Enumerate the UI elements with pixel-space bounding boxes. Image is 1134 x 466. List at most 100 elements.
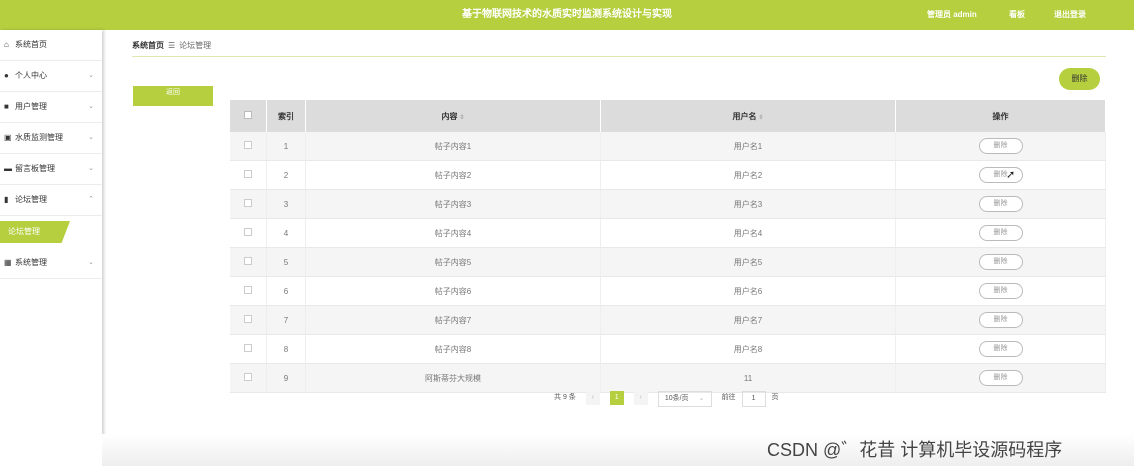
cell-index: 2 <box>266 160 306 190</box>
sidebar-item-users[interactable]: ■ 用户管理 ⌄ <box>0 92 102 123</box>
row-checkbox[interactable] <box>230 276 267 306</box>
table-row: 2 帖子内容2 用户名2 删除 <box>230 160 1106 190</box>
page-number-button[interactable]: 1 <box>609 391 624 405</box>
row-delete-button[interactable]: 删除 <box>978 312 1023 328</box>
chevron-down-icon: ⌄ <box>88 134 94 141</box>
cell-content: 帖子内容4 <box>305 218 601 248</box>
pagination-total: 共 9 条 <box>554 394 576 401</box>
row-delete-button[interactable]: 删除 <box>978 196 1023 212</box>
breadcrumb-divider <box>132 56 1106 57</box>
row-delete-button[interactable]: 删除 <box>978 341 1023 357</box>
cell-username: 用户名7 <box>600 305 896 335</box>
breadcrumb: 系统首页 ☰ 论坛管理 <box>132 40 211 51</box>
cell-index: 5 <box>266 247 306 277</box>
cell-content: 帖子内容3 <box>305 189 601 219</box>
breadcrumb-separator-icon: ☰ <box>168 41 176 50</box>
cell-index: 9 <box>266 363 306 393</box>
row-checkbox[interactable] <box>230 218 267 248</box>
sidebar-item-home[interactable]: ⌂ 系统首页 <box>0 30 102 61</box>
cell-username: 用户名1 <box>600 132 896 161</box>
page-unit-label: 页 <box>771 394 779 401</box>
home-icon: ⌂ <box>4 40 9 49</box>
logout-link[interactable]: 退出登录 <box>1054 0 1086 30</box>
table-row: 4 帖子内容4 用户名4 删除 <box>230 218 1106 248</box>
cell-index: 7 <box>266 305 306 335</box>
sidebar-item-label: 用户管理 <box>15 102 47 111</box>
pagination: 共 9 条 ‹ 1 › 10条/页 ⌄ 前往 1 页 <box>554 391 786 407</box>
row-delete-button[interactable]: 删除 <box>978 138 1023 154</box>
mouse-cursor-icon: ➚ <box>1006 169 1016 181</box>
sidebar-item-label: 个人中心 <box>15 71 47 80</box>
cell-username: 11 <box>600 363 896 393</box>
row-delete-button[interactable]: 删除 <box>978 167 1023 183</box>
chevron-up-icon: ⌃ <box>88 196 94 203</box>
row-delete-button[interactable]: 删除 <box>978 283 1023 299</box>
row-checkbox[interactable] <box>230 305 267 335</box>
cell-username: 用户名6 <box>600 276 896 306</box>
sidebar-item-label: 系统管理 <box>15 258 47 267</box>
back-button[interactable]: 返回 <box>133 86 213 106</box>
sidebar-item-profile[interactable]: ● 个人中心 ⌄ <box>0 61 102 92</box>
table-row: 7 帖子内容7 用户名7 删除 <box>230 305 1106 335</box>
next-page-button[interactable]: › <box>633 391 648 405</box>
row-checkbox[interactable] <box>230 160 267 190</box>
table-row: 5 帖子内容5 用户名5 删除 <box>230 247 1106 277</box>
user-icon: ● <box>4 71 9 80</box>
row-checkbox[interactable] <box>230 189 267 219</box>
breadcrumb-home[interactable]: 系统首页 <box>132 41 164 50</box>
cell-index: 8 <box>266 334 306 364</box>
comment-icon: ▬ <box>4 164 12 173</box>
sidebar: ⌂ 系统首页 ● 个人中心 ⌄ ■ 用户管理 ⌄ ▣ 水质监测管理 ⌄ ▬ 留言板管理 ⌄ ▮ 论坛… <box>0 30 102 466</box>
chevron-down-icon: ⌄ <box>88 165 94 172</box>
cell-content: 帖子内容5 <box>305 247 601 277</box>
row-checkbox[interactable] <box>230 363 267 393</box>
table-row: 6 帖子内容6 用户名6 删除 <box>230 276 1106 306</box>
chart-icon: ▣ <box>4 133 12 142</box>
sidebar-item-label: 系统首页 <box>15 40 47 49</box>
select-all-checkbox[interactable] <box>230 100 267 132</box>
row-delete-button[interactable]: 删除 <box>978 225 1023 241</box>
table-row: 8 帖子内容8 用户名8 删除 <box>230 334 1106 364</box>
row-checkbox[interactable] <box>230 334 267 364</box>
top-bar: 基于物联网技术的水质实时监测系统设计与实现 管理员 admin 看板 退出登录 <box>0 0 1134 30</box>
watermark: CSDN @゛花昔 计算机毕设源码程序 <box>767 440 1063 460</box>
breadcrumb-current: 论坛管理 <box>179 41 212 50</box>
row-checkbox[interactable] <box>230 247 267 277</box>
cell-index: 6 <box>266 276 306 306</box>
cell-index: 4 <box>266 218 306 248</box>
chevron-down-icon: ⌄ <box>88 72 94 79</box>
column-header-content[interactable]: 内容 ⇳ <box>305 100 601 132</box>
page-size-select[interactable]: 10条/页 ⌄ <box>657 391 712 407</box>
table-row: 3 帖子内容3 用户名3 删除 <box>230 189 1106 219</box>
sidebar-item-forum[interactable]: ▮ 论坛管理 ⌃ <box>0 185 102 216</box>
row-delete-button[interactable]: 删除 <box>978 370 1023 386</box>
sidebar-item-system[interactable]: ▦ 系统管理 ⌄ <box>0 248 102 279</box>
sidebar-item-label: 论坛管理 <box>15 195 47 204</box>
cell-content: 帖子内容2 <box>305 160 601 190</box>
chevron-down-icon: ⌄ <box>88 103 94 110</box>
row-checkbox[interactable] <box>230 132 267 161</box>
column-header-action: 操作 <box>895 100 1106 132</box>
chevron-down-icon: ⌄ <box>698 395 705 402</box>
cell-content: 阿斯蒂芬大规模 <box>305 363 601 393</box>
row-delete-button[interactable]: 删除 <box>978 254 1023 270</box>
sidebar-item-label: 留言板管理 <box>15 164 55 173</box>
sidebar-item-message-board[interactable]: ▬ 留言板管理 ⌄ <box>0 154 102 185</box>
table-row: 1 帖子内容1 用户名1 删除 <box>230 132 1106 161</box>
main-content: 系统首页 ☰ 论坛管理 返回 删除 索引 内容 ⇳ 用户名 ⇳ 操作 1 帖子内容1 用户名… <box>102 30 1134 466</box>
cell-username: 用户名4 <box>600 218 896 248</box>
cell-index: 1 <box>266 132 306 161</box>
column-header-username[interactable]: 用户名 ⇳ <box>600 100 896 132</box>
delete-button[interactable]: 删除 <box>1059 68 1100 90</box>
cell-content: 帖子内容6 <box>305 276 601 306</box>
prev-page-button[interactable]: ‹ <box>585 391 600 405</box>
goto-page-input[interactable]: 1 <box>741 391 766 407</box>
dashboard-link[interactable]: 看板 <box>1009 0 1025 30</box>
goto-label: 前往 <box>721 394 736 401</box>
cell-content: 帖子内容8 <box>305 334 601 364</box>
sidebar-subitem-forum-management[interactable]: 论坛管理 <box>0 221 70 243</box>
table-row: 9 阿斯蒂芬大规模 11 删除 <box>230 363 1106 393</box>
sidebar-item-label: 水质监测管理 <box>15 133 63 142</box>
table-header-row: 索引 内容 ⇳ 用户名 ⇳ 操作 <box>230 100 1106 132</box>
sidebar-item-water-monitoring[interactable]: ▣ 水质监测管理 ⌄ <box>0 123 102 154</box>
